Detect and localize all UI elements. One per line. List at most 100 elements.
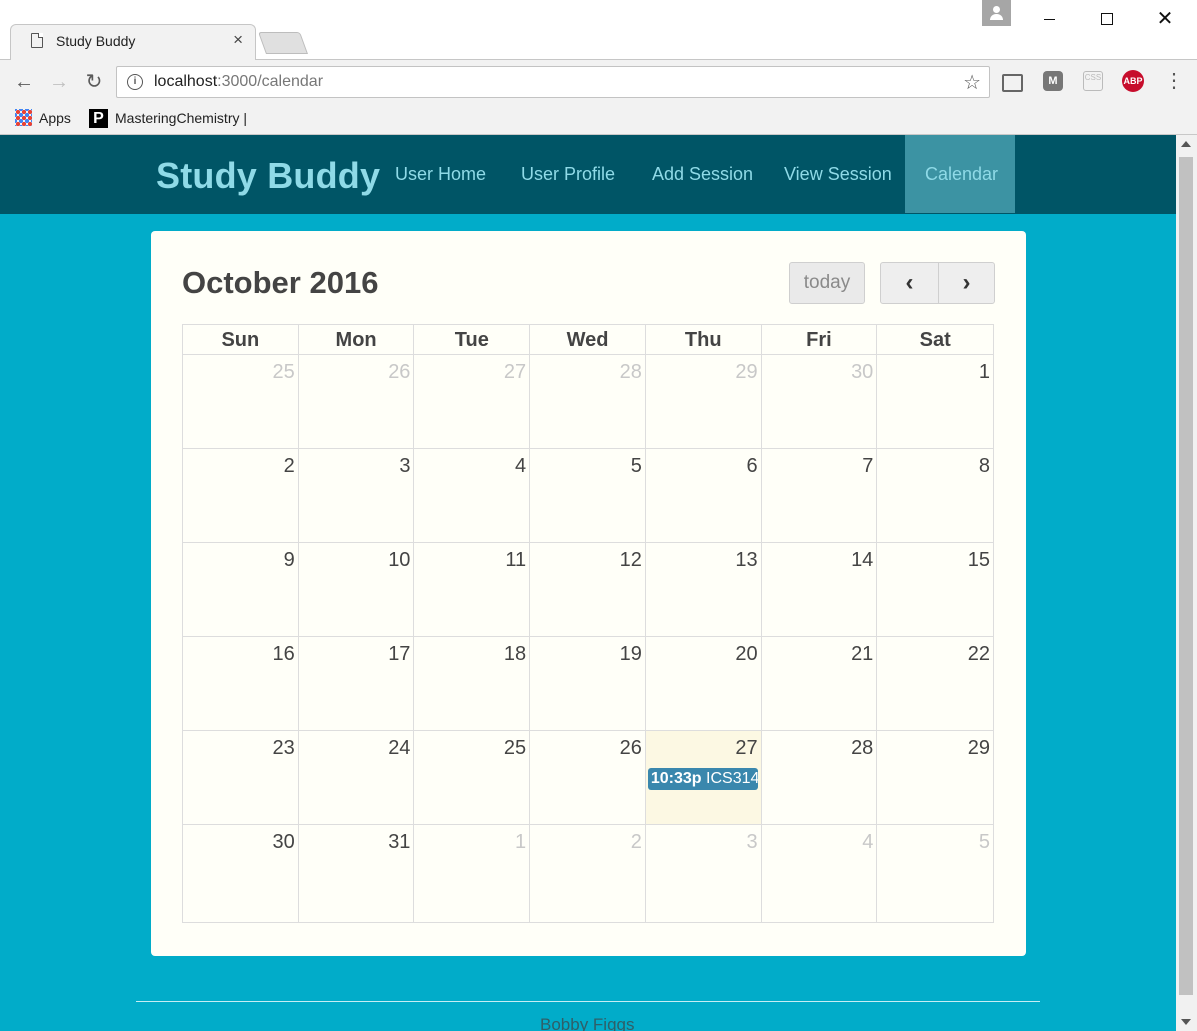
site-navbar: Study Buddy User Home User Profile Add S… (0, 135, 1176, 214)
day-cell[interactable]: 4 (762, 825, 878, 922)
day-number: 19 (619, 643, 642, 665)
scrollbar-thumb[interactable] (1179, 157, 1193, 995)
day-cell[interactable]: 17 (299, 637, 415, 730)
adblock-icon[interactable]: ABP (1122, 70, 1144, 92)
day-cell[interactable]: 29 (646, 355, 762, 448)
profile-icon[interactable] (982, 0, 1011, 26)
nav-user-profile[interactable]: User Profile (501, 135, 635, 213)
day-cell[interactable]: 1 (877, 355, 993, 448)
day-cell[interactable]: 30 (762, 355, 878, 448)
calendar-event[interactable]: 10:33p ICS314 (647, 768, 758, 790)
minimize-button[interactable] (1034, 8, 1064, 30)
day-number: 28 (619, 361, 642, 383)
day-cell[interactable]: 29 (877, 731, 993, 824)
bookmark-apps[interactable]: Apps (15, 107, 71, 129)
bookmarks-bar: Apps P MasteringChemistry | (0, 104, 1197, 134)
event-time: 10:33p (650, 770, 702, 787)
day-cell[interactable]: 14 (762, 543, 878, 636)
day-cell[interactable]: 20 (646, 637, 762, 730)
day-number: 24 (388, 737, 411, 759)
day-cell[interactable]: 10 (299, 543, 415, 636)
bookmark-label: MasteringChemistry | (115, 110, 248, 126)
address-bar[interactable]: i localhost:3000/calendar ☆ (116, 66, 990, 98)
calendar-title: October 2016 (182, 265, 379, 300)
bookmark-star-icon[interactable]: ☆ (963, 70, 981, 95)
day-number: 12 (619, 549, 642, 571)
info-icon[interactable]: i (127, 74, 143, 90)
day-cell[interactable]: 25 (414, 731, 531, 824)
day-cell[interactable]: 30 (183, 825, 299, 922)
browser-tab[interactable]: Study Buddy × (10, 24, 256, 60)
day-cell[interactable]: 3 (299, 449, 415, 542)
new-tab-button[interactable] (257, 32, 309, 54)
day-cell[interactable]: 24 (299, 731, 415, 824)
day-cell[interactable]: 5 (530, 449, 646, 542)
day-cell[interactable]: 12 (530, 543, 646, 636)
day-cell[interactable]: 13 (646, 543, 762, 636)
reload-icon[interactable]: ↻ (83, 71, 105, 93)
day-number: 3 (399, 455, 411, 477)
today-button[interactable]: today (789, 262, 865, 304)
day-cell[interactable]: 31 (299, 825, 415, 922)
day-number: 31 (388, 831, 411, 853)
day-cell[interactable]: 11 (414, 543, 531, 636)
nav-add-session[interactable]: Add Session (632, 135, 773, 213)
weekday-mon: Mon (299, 325, 415, 354)
day-cell[interactable]: 5 (877, 825, 993, 922)
day-number: 1 (978, 361, 991, 383)
day-cell[interactable]: 2 (530, 825, 646, 922)
brand-logo[interactable]: Study Buddy (156, 155, 380, 197)
day-cell[interactable]: 18 (414, 637, 531, 730)
back-arrow-icon[interactable]: ← (13, 71, 35, 93)
week-row: 16 17 18 19 20 21 22 (182, 636, 994, 730)
tab-close-icon[interactable]: × (233, 30, 243, 50)
day-cell[interactable]: 28 (762, 731, 878, 824)
page-scrollbar[interactable] (1176, 135, 1197, 1031)
nav-user-home[interactable]: User Home (375, 135, 506, 213)
day-cell[interactable]: 9 (183, 543, 299, 636)
day-cell[interactable]: 27 (414, 355, 531, 448)
cast-icon[interactable] (1002, 74, 1023, 92)
day-cell[interactable]: 8 (877, 449, 993, 542)
day-cell[interactable]: 26 (530, 731, 646, 824)
day-cell[interactable]: 25 (183, 355, 299, 448)
day-cell[interactable]: 15 (877, 543, 993, 636)
browser-menu-icon[interactable]: ⋮ (1164, 70, 1184, 92)
day-cell[interactable]: 23 (183, 731, 299, 824)
day-cell[interactable]: 22 (877, 637, 993, 730)
day-cell[interactable]: 26 (299, 355, 415, 448)
week-rows: 25 26 27 28 29 30 1 2 3 4 5 6 7 8 9 10 11 12 13 14 15 16 17 18 1… (182, 354, 994, 923)
scroll-up-arrow-icon[interactable] (1181, 141, 1191, 147)
day-cell[interactable]: 4 (414, 449, 531, 542)
apps-grid-icon (15, 108, 32, 126)
weekday-sat: Sat (919, 329, 951, 351)
close-window-button[interactable]: ✕ (1150, 8, 1180, 30)
day-cell[interactable]: 3 (646, 825, 762, 922)
prev-month-button[interactable]: ‹ (881, 263, 939, 303)
day-number: 2 (630, 831, 642, 853)
maximize-button[interactable] (1092, 8, 1122, 30)
day-number: 30 (851, 361, 874, 383)
day-cell[interactable]: 6 (646, 449, 762, 542)
bookmark-masteringchemistry[interactable]: P MasteringChemistry | (89, 107, 247, 129)
url-text[interactable]: localhost:3000/calendar (154, 73, 323, 91)
next-month-button[interactable]: › (938, 263, 994, 303)
day-cell[interactable]: 19 (530, 637, 646, 730)
forward-arrow-icon[interactable]: → (48, 71, 70, 93)
week-row: 9 10 11 12 13 14 15 (182, 542, 994, 636)
extension-m-icon[interactable]: M (1043, 71, 1063, 91)
day-cell[interactable]: 27 10:33p ICS314 (645, 731, 762, 824)
day-number: 27 (735, 737, 758, 759)
extension-css-icon[interactable]: CSS (1083, 71, 1103, 91)
day-number: 11 (505, 549, 527, 571)
day-cell[interactable]: 16 (183, 637, 299, 730)
scroll-down-arrow-icon[interactable] (1181, 1019, 1191, 1025)
nav-calendar[interactable]: Calendar (905, 135, 1015, 213)
day-cell[interactable]: 21 (762, 637, 878, 730)
day-cell[interactable]: 2 (183, 449, 299, 542)
day-cell[interactable]: 28 (530, 355, 646, 448)
nav-view-session[interactable]: View Session (764, 135, 912, 213)
day-cell[interactable]: 1 (414, 825, 531, 922)
day-number: 6 (746, 455, 758, 477)
day-cell[interactable]: 7 (762, 449, 878, 542)
